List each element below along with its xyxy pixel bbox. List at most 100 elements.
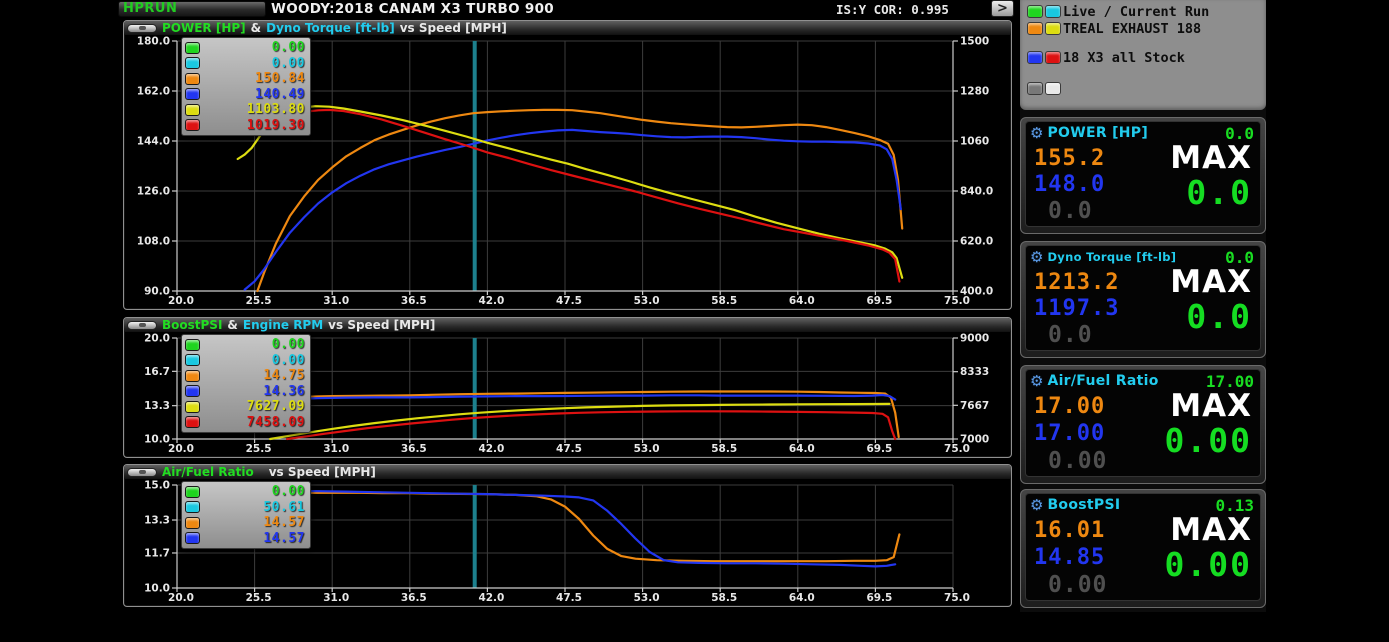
svg-text:42.0: 42.0	[478, 592, 504, 604]
gauge-max-value: 0.00	[1165, 424, 1252, 458]
hprun-app: HPRUN WOODY:2018 CANAM X3 TURBO 900 IS:Y…	[0, 0, 1389, 642]
gear-icon[interactable]: ⚙	[1030, 126, 1043, 141]
gear-icon[interactable]: ⚙	[1030, 374, 1043, 389]
svg-text:42.0: 42.0	[478, 295, 504, 307]
svg-text:1060: 1060	[960, 136, 989, 148]
gear-icon[interactable]: ⚙	[1030, 250, 1043, 265]
svg-text:8333: 8333	[960, 366, 989, 378]
gauge-run1-value: 155.2	[1034, 146, 1138, 171]
svg-text:11.7: 11.7	[144, 547, 170, 559]
svg-text:162.0: 162.0	[137, 86, 170, 98]
svg-text:47.5: 47.5	[556, 592, 582, 604]
run-legend-row[interactable]: Live / Current Run	[1027, 3, 1266, 20]
run-legend-label: TREAL EXHAUST 188	[1063, 21, 1201, 37]
green-series-swatch-icon[interactable]	[185, 486, 200, 498]
app-title-button[interactable]: HPRUN	[118, 1, 266, 17]
orange-series-swatch-icon[interactable]	[185, 73, 200, 85]
series-rpm-treal	[270, 404, 889, 439]
legend-row: 0.00	[185, 40, 305, 56]
blue-series-swatch-icon[interactable]	[185, 385, 200, 397]
gauge-live-value: 0.0	[1034, 198, 1138, 224]
cyan-swatch-icon[interactable]	[1045, 5, 1061, 18]
gauge-max-label: MAX	[1170, 143, 1252, 173]
chart-plot-area[interactable]: 15.013.311.710.020.025.531.036.542.047.5…	[125, 479, 1010, 605]
run-legend-row[interactable]: 18 X3 all Stock	[1027, 49, 1266, 66]
chart-title-primary: POWER [HP]	[162, 21, 246, 35]
series-torque-stock	[236, 110, 899, 282]
chart-plot-area[interactable]: 180.0162.0144.0126.0108.090.015001280106…	[125, 35, 1010, 308]
gauge-run1-value: 1213.2	[1034, 270, 1138, 295]
run-legend-row[interactable]	[1027, 80, 1266, 97]
gauge-live-value: 0.0	[1034, 322, 1138, 348]
gray-swatch-icon[interactable]	[1027, 82, 1043, 95]
chart-collapse-button[interactable]	[127, 468, 157, 477]
chart-plot-area[interactable]: 20.016.713.310.0900083337667700020.025.5…	[125, 332, 1010, 456]
svg-text:20.0: 20.0	[168, 592, 194, 604]
gear-icon[interactable]: ⚙	[1030, 498, 1043, 513]
gauge-torque: ⚙ Dyno Torque [ft-lb] 0.0 1213.2 1197.3 …	[1020, 241, 1266, 358]
gauge-run2-value: 17.00	[1034, 421, 1138, 446]
expand-panel-button[interactable]: >	[991, 0, 1014, 17]
blue-series-swatch-icon[interactable]	[185, 88, 200, 100]
cyan-series-swatch-icon[interactable]	[185, 354, 200, 366]
svg-text:75.0: 75.0	[944, 295, 970, 307]
run-legend-row[interactable]: TREAL EXHAUST 188	[1027, 20, 1266, 37]
svg-text:25.5: 25.5	[246, 295, 272, 307]
red-series-swatch-icon[interactable]	[185, 416, 200, 428]
gauge-afr: ⚙ Air/Fuel Ratio 17.00 17.00 17.00 0.00 …	[1020, 365, 1266, 484]
legend-row: 14.36	[185, 384, 305, 400]
legend-cursor-value: 0.00	[206, 56, 305, 71]
chart-title-suffix: vs Speed [MPH]	[328, 318, 435, 332]
yellow-series-swatch-icon[interactable]	[185, 104, 200, 116]
svg-text:58.5: 58.5	[711, 443, 737, 455]
green-swatch-icon[interactable]	[1027, 5, 1043, 18]
svg-text:36.5: 36.5	[401, 592, 427, 604]
svg-text:58.5: 58.5	[711, 592, 737, 604]
green-series-swatch-icon[interactable]	[185, 339, 200, 351]
green-series-swatch-icon[interactable]	[185, 42, 200, 54]
chart-collapse-button[interactable]	[127, 24, 157, 33]
chart-panel-power-torque: POWER [HP] & Dyno Torque [ft-lb] vs Spee…	[123, 20, 1012, 310]
gauge-max-value: 0.00	[1165, 548, 1252, 582]
cyan-series-swatch-icon[interactable]	[185, 501, 200, 513]
svg-text:7667: 7667	[960, 400, 989, 412]
svg-text:31.0: 31.0	[323, 295, 349, 307]
gauge-boost: ⚙ BoostPSI 0.13 16.01 14.85 0.00 MAX 0.0…	[1020, 489, 1266, 608]
cyan-series-swatch-icon[interactable]	[185, 57, 200, 69]
svg-text:69.5: 69.5	[866, 295, 892, 307]
orange-series-swatch-icon[interactable]	[185, 517, 200, 529]
yellow-series-swatch-icon[interactable]	[185, 401, 200, 413]
chart-title-suffix: vs Speed [MPH]	[269, 465, 376, 479]
run-legend-panel: Live / Current RunTREAL EXHAUST 188 18 X3…	[1020, 0, 1266, 110]
legend-cursor-value: 50.61	[206, 500, 305, 515]
legend-cursor-value: 7627.09	[206, 399, 305, 414]
svg-text:58.5: 58.5	[711, 295, 737, 307]
white-swatch-icon[interactable]	[1045, 82, 1061, 95]
chart-legend: 0.0050.6114.5714.57	[181, 481, 311, 549]
legend-row: 7458.09	[185, 415, 305, 431]
legend-cursor-value: 7458.09	[206, 415, 305, 430]
gauge-run2-value: 148.0	[1034, 172, 1138, 197]
svg-text:53.0: 53.0	[634, 443, 660, 455]
blue-series-swatch-icon[interactable]	[185, 532, 200, 544]
chart-titlebar: BoostPSI & Engine RPM vs Speed [MPH]	[124, 318, 1011, 332]
blue-swatch-icon[interactable]	[1027, 51, 1043, 64]
red-swatch-icon[interactable]	[1045, 51, 1061, 64]
chart-collapse-button[interactable]	[127, 321, 157, 330]
gauge-max-label: MAX	[1170, 267, 1252, 297]
svg-text:31.0: 31.0	[323, 443, 349, 455]
yellow-swatch-icon[interactable]	[1045, 22, 1061, 35]
legend-row: 0.00	[185, 484, 305, 500]
orange-swatch-icon[interactable]	[1027, 22, 1043, 35]
gauge-live-value: 0.00	[1034, 572, 1138, 598]
chart-title-amp: &	[251, 21, 261, 35]
bottom-toolbar: GRAPH OPTIONS Compare Run Clear Previous…	[0, 612, 1389, 642]
orange-series-swatch-icon[interactable]	[185, 370, 200, 382]
svg-text:15.0: 15.0	[144, 480, 170, 492]
legend-cursor-value: 140.49	[206, 87, 305, 102]
legend-cursor-value: 0.00	[206, 484, 305, 499]
gauge-max-value: 0.0	[1186, 300, 1252, 334]
red-series-swatch-icon[interactable]	[185, 119, 200, 131]
chart-title-suffix: vs Speed [MPH]	[400, 21, 507, 35]
gauge-run1-value: 16.01	[1034, 518, 1138, 543]
